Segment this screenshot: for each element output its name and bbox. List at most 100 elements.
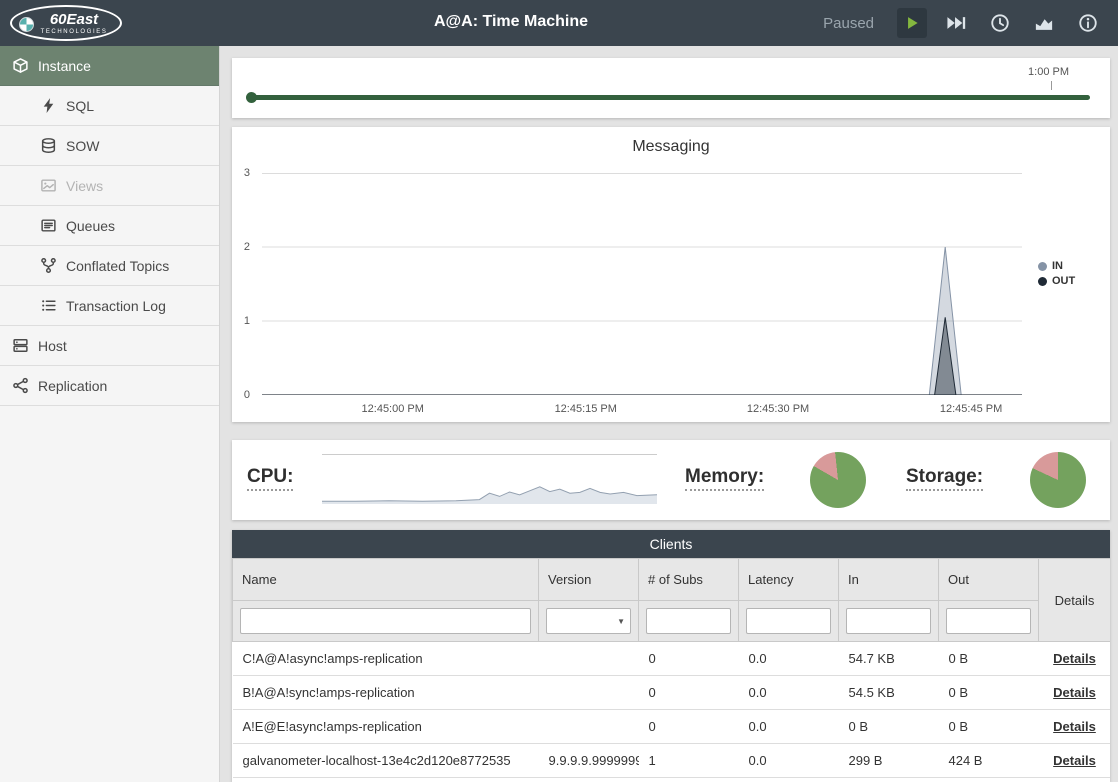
client-name-cell: A!E@E!async!amps-replication [233, 710, 539, 744]
sidebar-item-views[interactable]: Views [0, 166, 219, 206]
chevron-down-icon: ▼ [617, 617, 625, 626]
timeline-slider[interactable] [250, 95, 1090, 100]
logo-sub-text: TECHNOLOGIES [41, 29, 108, 35]
details-link[interactable]: Details [1053, 719, 1096, 734]
client-out-cell: 424 B [939, 744, 1039, 778]
clients-card: Clients NameVersion# of SubsLatencyInOut… [232, 530, 1110, 782]
messaging-chart-title: Messaging [232, 138, 1110, 156]
paused-status-label: Paused [823, 15, 874, 32]
client-details-cell: Details [1039, 676, 1111, 710]
sidebar-item-queues[interactable]: Queues [0, 206, 219, 246]
sidebar-item-label: Transaction Log [66, 298, 166, 314]
host-icon [12, 337, 29, 354]
resources-card: CPU: Memory: Storage: [232, 440, 1110, 520]
info-button[interactable] [1073, 8, 1103, 38]
details-link[interactable]: Details [1053, 651, 1096, 666]
instance-icon [12, 57, 29, 74]
client-subs-cell: 0 [639, 642, 739, 676]
column-header-version[interactable]: Version [539, 559, 639, 601]
x-axis-tick-label: 12:45:15 PM [541, 403, 631, 415]
analytics-chart-icon [1033, 13, 1055, 33]
table-row[interactable]: C!A@A!async!amps-replication00.054.7 KB0… [233, 642, 1111, 676]
table-row[interactable]: B!A@A!sync!amps-replication00.054.5 KB0 … [233, 676, 1111, 710]
sidebar-item-label: SOW [66, 138, 99, 154]
messaging-plot-area [262, 173, 1022, 395]
clients-table: NameVersion# of SubsLatencyInOutDetails▼… [232, 558, 1110, 778]
page-title: A@A: Time Machine [434, 13, 588, 31]
y-axis-tick-label: 3 [234, 167, 250, 179]
client-subs-cell: 0 [639, 710, 739, 744]
chart-legend: INOUT [1038, 260, 1075, 290]
client-in-cell: 0 B [839, 710, 939, 744]
client-name-cell: C!A@A!async!amps-replication [233, 642, 539, 676]
table-row[interactable]: A!E@E!async!amps-replication00.00 B0 BDe… [233, 710, 1111, 744]
client-latency-cell: 0.0 [739, 710, 839, 744]
cpu-label: CPU: [247, 466, 293, 491]
storage-pie-chart [1030, 452, 1086, 508]
name-filter-input[interactable] [240, 608, 531, 634]
replication-icon [12, 377, 29, 394]
views-icon [40, 177, 57, 194]
memory-pie-chart [810, 452, 866, 508]
column-header-name[interactable]: Name [233, 559, 539, 601]
x-axis-tick-label: 12:45:30 PM [733, 403, 823, 415]
client-in-cell: 299 B [839, 744, 939, 778]
client-out-cell: 0 B [939, 642, 1039, 676]
y-axis-tick-label: 0 [234, 389, 250, 401]
client-out-cell: 0 B [939, 676, 1039, 710]
clients-panel-title: Clients [232, 530, 1110, 558]
version-filter-select[interactable]: ▼ [546, 608, 631, 634]
sidebar-item-label: Host [38, 338, 67, 354]
out-filter-input[interactable] [946, 608, 1031, 634]
subs-filter-input[interactable] [646, 608, 731, 634]
header-controls: Paused [823, 0, 1110, 46]
cpu-sparkline-chart [322, 454, 657, 506]
client-latency-cell: 0.0 [739, 744, 839, 778]
storage-label: Storage: [906, 466, 983, 491]
conflated-topics-icon [40, 257, 57, 274]
sidebar-item-label: SQL [66, 98, 94, 114]
client-details-cell: Details [1039, 710, 1111, 744]
sidebar-item-conflated-topics[interactable]: Conflated Topics [0, 246, 219, 286]
in-filter-input[interactable] [846, 608, 931, 634]
queues-icon [40, 217, 57, 234]
x-axis-tick-label: 12:45:45 PM [926, 403, 1016, 415]
sidebar-item-sow[interactable]: SOW [0, 126, 219, 166]
details-link[interactable]: Details [1053, 753, 1096, 768]
sidebar-item-replication[interactable]: Replication [0, 366, 219, 406]
sidebar-item-host[interactable]: Host [0, 326, 219, 366]
logo-brand-text: 60East [50, 12, 98, 27]
sidebar-item-instance[interactable]: Instance [0, 46, 219, 86]
client-latency-cell: 0.0 [739, 642, 839, 676]
sidebar-item-sql[interactable]: SQL [0, 86, 219, 126]
latency-filter-input[interactable] [746, 608, 831, 634]
client-details-cell: Details [1039, 642, 1111, 676]
messaging-chart-card: Messaging INOUT 012312:45:00 PM12:45:15 … [232, 127, 1110, 422]
top-header: 60East TECHNOLOGIES A@A: Time Machine Pa… [0, 0, 1118, 46]
legend-item-out: OUT [1038, 275, 1075, 287]
sow-icon [40, 137, 57, 154]
legend-dot [1038, 277, 1047, 286]
column-header-of-subs[interactable]: # of Subs [639, 559, 739, 601]
timeline-slider-handle[interactable] [246, 92, 257, 103]
column-header-details[interactable]: Details [1039, 559, 1111, 642]
column-header-out[interactable]: Out [939, 559, 1039, 601]
client-version-cell [539, 710, 639, 744]
client-name-cell: B!A@A!sync!amps-replication [233, 676, 539, 710]
client-latency-cell: 0.0 [739, 676, 839, 710]
fast-forward-icon [945, 13, 967, 33]
table-row[interactable]: galvanometer-localhost-13e4c2d120e877253… [233, 744, 1111, 778]
history-clock-icon [989, 13, 1011, 33]
fast-forward-button[interactable] [941, 8, 971, 38]
play-button[interactable] [897, 8, 927, 38]
column-header-latency[interactable]: Latency [739, 559, 839, 601]
history-clock-button[interactable] [985, 8, 1015, 38]
sidebar-item-label: Instance [38, 58, 91, 74]
logo[interactable]: 60East TECHNOLOGIES [10, 5, 122, 41]
column-header-in[interactable]: In [839, 559, 939, 601]
analytics-chart-button[interactable] [1029, 8, 1059, 38]
sidebar-item-transaction-log[interactable]: Transaction Log [0, 286, 219, 326]
details-link[interactable]: Details [1053, 685, 1096, 700]
client-version-cell [539, 676, 639, 710]
transaction-log-icon [40, 297, 57, 314]
